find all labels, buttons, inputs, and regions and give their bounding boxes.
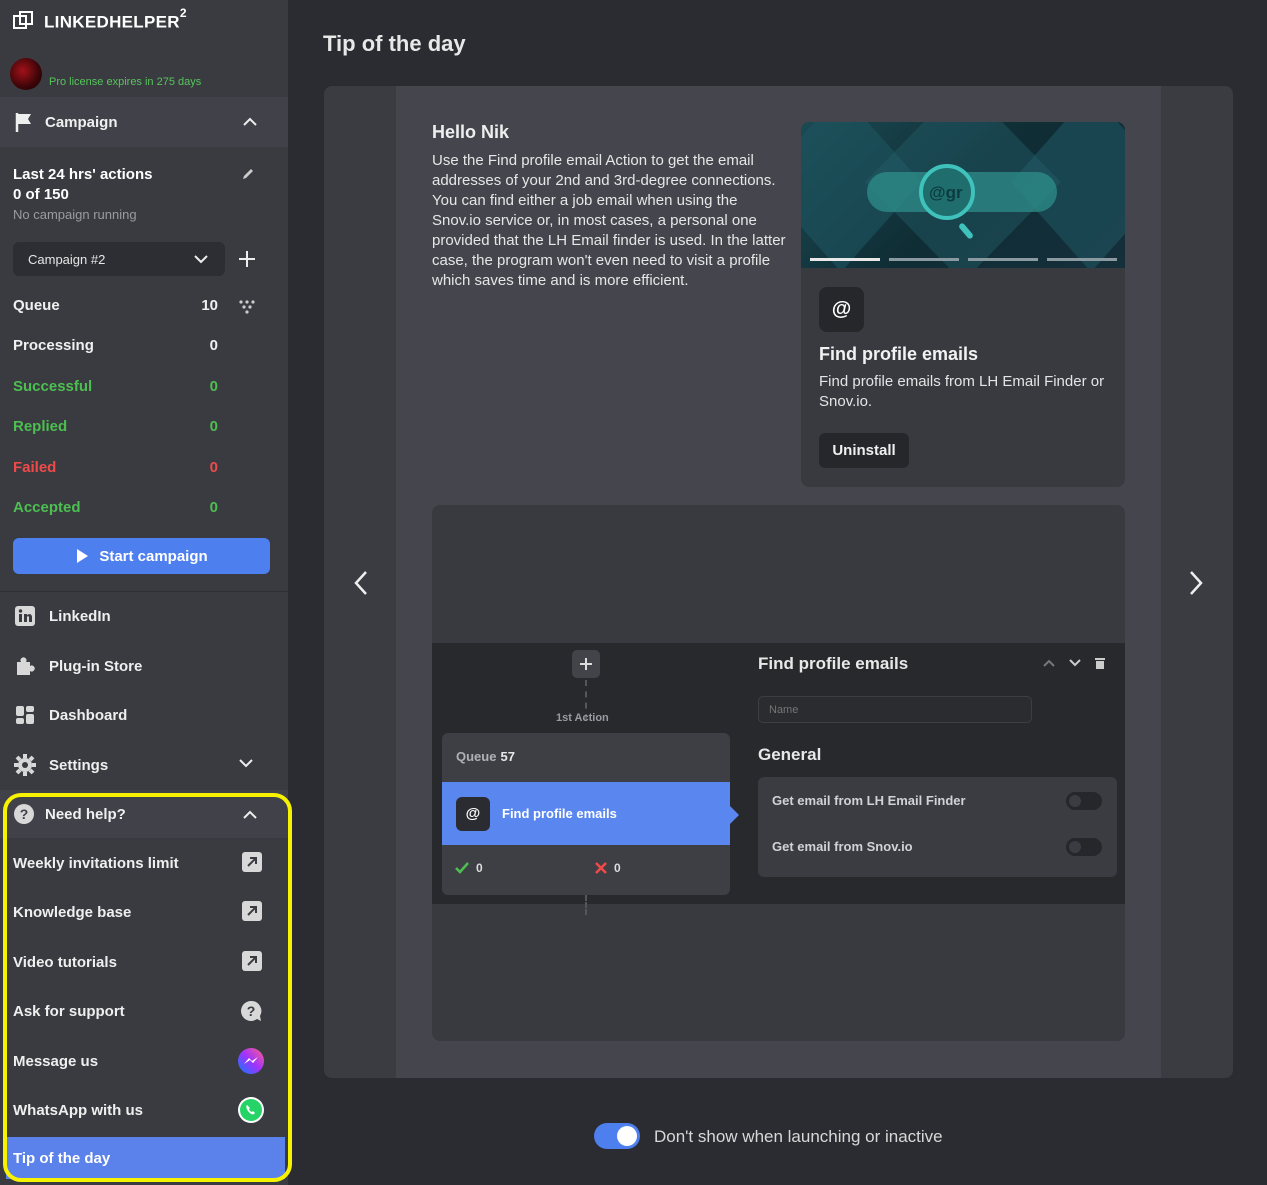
stats-count: 0 of 150 [13,186,69,203]
dont-show-label: Don't show when launching or inactive [654,1127,943,1146]
puzzle-icon [17,657,35,675]
plugin-preview-image: @gr [801,122,1125,268]
general-heading: General [758,745,822,764]
uninstall-button[interactable]: Uninstall [819,433,909,468]
chevron-down-icon[interactable] [1068,658,1082,668]
messenger-icon [238,1048,264,1074]
play-icon [77,549,89,563]
help-item-video-tutorials[interactable]: Video tutorials [13,942,263,982]
node-success-count: 0 [454,861,483,875]
start-campaign-button[interactable]: Start campaign [13,538,270,574]
preview-image-text: @gr [929,183,963,202]
next-tip-arrow[interactable] [1186,570,1206,596]
page-title: Tip of the day [323,31,466,56]
action-node[interactable]: Queue 57 @ Find profile emails 0 0 [442,733,730,895]
campaign-select[interactable]: Campaign #2 [13,242,225,276]
svg-text:?: ? [20,806,29,822]
option-lh-email-finder: Get email from LH Email Finder [772,793,966,808]
chevron-down-icon [239,759,253,768]
external-link-icon [242,951,262,971]
help-item-message-us[interactable]: Message us [13,1041,264,1081]
node-fail-count: 0 [594,861,621,875]
nav-dashboard[interactable]: Dashboard [13,703,127,727]
tip-text: Use the Find profile email Action to get… [432,152,786,289]
dont-show-toggle[interactable] [594,1123,640,1149]
campaign-section-label: Campaign [45,113,118,131]
stat-row-queue: Queue 10 [13,297,218,314]
divider [0,591,288,592]
plugin-title: Find profile emails [819,344,979,364]
toggle-snov-io[interactable] [1066,838,1102,856]
connector-line [585,895,587,915]
plus-icon [580,658,592,670]
previous-tip-arrow[interactable] [351,570,371,596]
license-status: Pro license expires in 275 days [49,76,202,88]
sidebar: LINKEDHELPER2 Pro license expires in 275… [0,0,288,1185]
stat-row-failed[interactable]: Failed 0 [13,459,218,476]
dashboard-icon [16,706,34,724]
campaign-section-header[interactable]: Campaign [0,97,288,147]
campaign-select-value: Campaign #2 [28,251,106,267]
nav-plugin-store[interactable]: Plug-in Store [13,654,142,678]
add-action-button[interactable] [572,650,600,678]
demo-screenshot: 1st Action Queue 57 @ Find profile emails… [432,505,1125,1041]
toggle-lh-email-finder[interactable] [1066,792,1102,810]
greeting: Hello Nik [432,122,510,142]
stats-title: Last 24 hrs' actions [13,166,153,183]
option-snov-io: Get email from Snov.io [772,839,913,854]
action-panel-title: Find profile emails [758,654,909,673]
preview-illustration [801,122,1125,268]
help-item-knowledge-base[interactable]: Knowledge base [13,892,263,932]
nav-linkedin[interactable]: LinkedIn [13,604,111,628]
question-bubble-icon: ? [241,1000,262,1021]
stats-subtitle: No campaign running [13,207,137,222]
help-section-label: Need help? [45,805,126,823]
logo-icon [13,11,33,30]
first-action-label: 1st Action [556,712,609,724]
general-options: Get email from LH Email Finder Get email… [758,777,1117,877]
pencil-icon[interactable] [240,166,256,182]
stat-row-replied[interactable]: Replied 0 [13,418,218,435]
add-campaign-icon[interactable] [236,248,258,270]
svg-text:?: ? [247,1003,256,1019]
nav-settings[interactable]: Settings [13,753,263,777]
queue-dots-icon[interactable] [238,298,256,314]
at-sign-icon: @ [456,796,490,831]
node-selected-action[interactable]: @ Find profile emails [442,782,730,845]
plugin-card: @gr @ Find profile emails Find profile e… [801,122,1125,487]
help-section-header[interactable]: ? Need help? [0,790,288,838]
action-panel-controls [1042,656,1106,670]
flag-icon [15,113,31,132]
external-link-icon [242,901,262,921]
tip-content: Hello Nik Use the Find profile email Act… [396,86,1161,1078]
chevron-down-icon [194,255,208,264]
chevron-up-icon[interactable] [242,114,258,130]
help-item-ask-support[interactable]: Ask for support ? [13,991,263,1031]
tip-panel: Hello Nik Use the Find profile email Act… [324,86,1233,1078]
plugin-description: Find profile emails from LH Email Finder… [819,373,1105,410]
stat-row-accepted[interactable]: Accepted 0 [13,499,218,516]
stat-row-successful[interactable]: Successful 0 [13,378,218,395]
help-item-tip-of-the-day[interactable]: Tip of the day [6,1137,285,1179]
brand: LINKEDHELPER2 [12,6,187,33]
help-item-whatsapp[interactable]: WhatsApp with us [13,1090,264,1130]
external-link-icon [242,852,262,872]
action-name-input[interactable] [758,696,1032,723]
linkedin-icon [15,606,35,626]
help-circle-icon: ? [14,804,34,824]
check-icon [455,862,469,874]
at-sign-icon: @ [819,287,864,332]
chevron-up-icon[interactable] [1042,658,1056,668]
brand-name: LINKEDHELPER2 [44,6,187,32]
node-queue: Queue 57 [456,749,515,764]
help-item-weekly-invitations[interactable]: Weekly invitations limit [13,843,263,883]
trash-icon[interactable] [1094,656,1106,670]
chevron-up-icon[interactable] [242,807,258,823]
gear-icon [14,754,36,776]
avatar[interactable] [10,58,42,90]
node-pointer [730,806,739,824]
whatsapp-icon [238,1097,264,1123]
cross-icon [595,862,607,874]
stat-row-processing: Processing 0 [13,337,218,354]
